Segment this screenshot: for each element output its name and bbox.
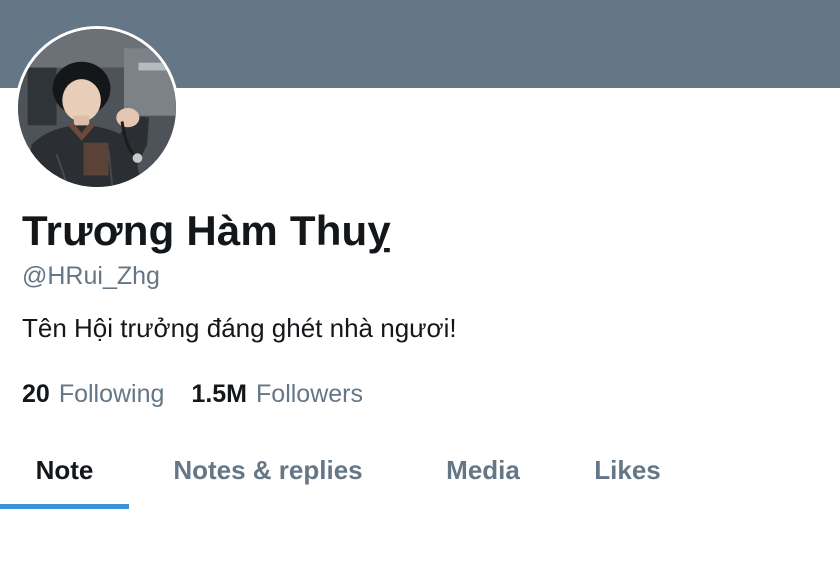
following-stat[interactable]: 20 Following <box>22 380 164 409</box>
profile-stats: 20 Following 1.5M Followers <box>22 380 390 409</box>
profile-avatar[interactable] <box>15 26 179 190</box>
followers-stat[interactable]: 1.5M Followers <box>191 380 363 409</box>
tab-note[interactable]: Note <box>0 430 129 510</box>
avatar-photo <box>18 29 176 187</box>
profile-tabs: Note Notes & replies Media Likes <box>0 430 840 510</box>
tab-notes-replies[interactable]: Notes & replies <box>145 430 391 510</box>
profile-page: Trương Hàm Thuỵ @HRui_Zhg Tên Hội trưởng… <box>0 0 840 582</box>
following-label: Following <box>58 380 165 408</box>
active-tab-indicator <box>0 504 129 509</box>
profile-display-name: Trương Hàm Thuỵ <box>22 207 391 254</box>
profile-handle: @HRui_Zhg <box>22 262 160 290</box>
followers-label: Followers <box>256 380 363 408</box>
tab-likes[interactable]: Likes <box>570 430 685 510</box>
following-count: 20 <box>22 380 50 408</box>
tab-media[interactable]: Media <box>420 430 546 510</box>
followers-count: 1.5M <box>191 380 248 408</box>
profile-bio: Tên Hội trưởng đáng ghét nhà ngươi! <box>22 313 457 343</box>
